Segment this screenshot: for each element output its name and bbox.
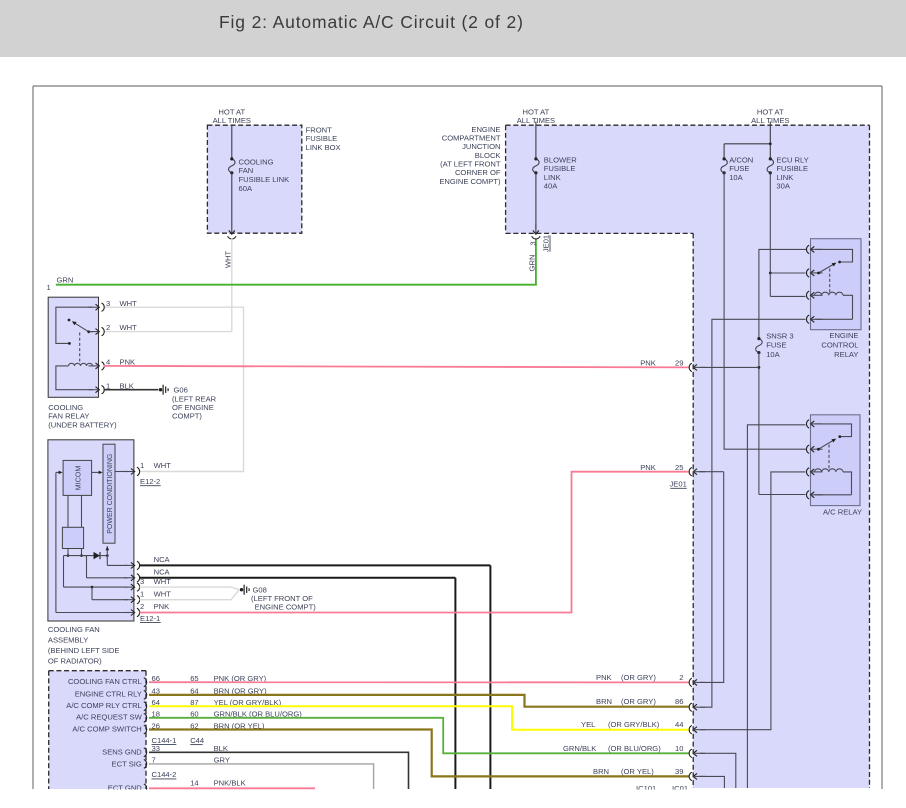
svg-text:A/C COMP RLY CTRL: A/C COMP RLY CTRL — [66, 701, 142, 710]
svg-text:ECT SIG: ECT SIG — [112, 759, 142, 768]
svg-text:WHT: WHT — [154, 461, 172, 470]
svg-text:JE01: JE01 — [669, 480, 686, 489]
svg-text:2: 2 — [140, 602, 144, 611]
svg-text:GRN/BLK: GRN/BLK — [563, 744, 596, 753]
svg-text:(LEFT REAR: (LEFT REAR — [172, 394, 217, 403]
svg-text:1: 1 — [140, 461, 144, 470]
svg-text:(OR GRY/BLK): (OR GRY/BLK) — [608, 720, 660, 729]
svg-text:10A: 10A — [729, 173, 743, 182]
svg-text:1: 1 — [140, 589, 144, 598]
svg-text:FAN: FAN — [239, 166, 254, 175]
svg-text:PNK: PNK — [154, 602, 170, 611]
svg-text:A/C COMP SWITCH: A/C COMP SWITCH — [72, 724, 141, 733]
svg-text:ENGINE CTRL RLY: ENGINE CTRL RLY — [75, 690, 142, 699]
svg-text:COOLING: COOLING — [239, 157, 274, 166]
svg-text:G06: G06 — [174, 386, 188, 395]
svg-text:FUSIBLE: FUSIBLE — [776, 164, 808, 173]
svg-text:COMPT): COMPT) — [172, 412, 202, 421]
svg-text:25: 25 — [675, 463, 683, 472]
svg-text:(OR GRY): (OR GRY) — [621, 673, 656, 682]
svg-text:E12-2: E12-2 — [140, 477, 160, 486]
svg-text:44: 44 — [675, 720, 683, 729]
svg-text:RELAY: RELAY — [834, 350, 858, 359]
svg-text:C144-2: C144-2 — [152, 770, 177, 779]
svg-text:FUSIBLE: FUSIBLE — [306, 134, 338, 143]
svg-text:FAN RELAY: FAN RELAY — [48, 412, 89, 421]
svg-text:SNSR 3: SNSR 3 — [766, 331, 793, 340]
svg-text:BLOWER: BLOWER — [544, 155, 577, 164]
svg-text:SENS GND: SENS GND — [102, 748, 142, 757]
svg-text:BRN: BRN — [593, 767, 609, 776]
svg-text:60A: 60A — [239, 184, 253, 193]
svg-text:FUSIBLE: FUSIBLE — [544, 164, 576, 173]
svg-text:ENGINE COMPT): ENGINE COMPT) — [439, 177, 501, 186]
svg-text:(AT LEFT FRONT: (AT LEFT FRONT — [440, 160, 501, 169]
svg-text:10: 10 — [675, 744, 683, 753]
svg-text:PNK: PNK — [596, 673, 612, 682]
svg-text:OF ENGINE: OF ENGINE — [172, 403, 214, 412]
svg-text:(OR BLU/ORG): (OR BLU/ORG) — [608, 744, 661, 753]
svg-text:GRN: GRN — [57, 275, 74, 284]
svg-text:(BEHIND LEFT SIDE: (BEHIND LEFT SIDE — [48, 646, 120, 655]
svg-text:C44: C44 — [190, 736, 204, 745]
svg-text:1: 1 — [47, 283, 51, 292]
svg-text:FUSE: FUSE — [729, 164, 749, 173]
svg-text:LINK BOX: LINK BOX — [306, 143, 341, 152]
svg-text:3: 3 — [528, 241, 537, 245]
svg-text:40A: 40A — [544, 182, 558, 191]
svg-text:OF RADIATOR): OF RADIATOR) — [48, 657, 102, 666]
svg-text:3: 3 — [106, 299, 110, 308]
svg-text:30A: 30A — [776, 182, 790, 191]
svg-text:ENGINE: ENGINE — [829, 331, 858, 340]
svg-text:JE01: JE01 — [541, 235, 550, 252]
svg-text:GRN: GRN — [528, 255, 537, 272]
svg-text:COOLING FAN: COOLING FAN — [48, 625, 100, 634]
svg-text:10A: 10A — [766, 350, 780, 359]
svg-text:WHT: WHT — [120, 299, 138, 308]
svg-text:WHT: WHT — [120, 323, 138, 332]
svg-text:A/C REQUEST SW: A/C REQUEST SW — [76, 713, 143, 722]
svg-text:ECU RLY: ECU RLY — [776, 155, 808, 164]
svg-text:LINK: LINK — [776, 173, 793, 182]
svg-text:E12-1: E12-1 — [140, 614, 160, 623]
svg-text:ENGINE COMPT): ENGINE COMPT) — [255, 603, 317, 612]
svg-text:86: 86 — [675, 697, 683, 706]
svg-text:(UNDER BATTERY): (UNDER BATTERY) — [48, 420, 117, 429]
svg-text:POWER CONDITIONING: POWER CONDITIONING — [107, 454, 114, 534]
svg-text:YEL: YEL — [581, 720, 595, 729]
svg-text:2: 2 — [106, 323, 110, 332]
svg-text:FUSE: FUSE — [766, 341, 786, 350]
svg-text:COOLING: COOLING — [48, 403, 83, 412]
svg-text:14: 14 — [190, 779, 198, 788]
svg-text:NCA: NCA — [154, 568, 171, 577]
svg-text:(OR GRY): (OR GRY) — [621, 697, 656, 706]
svg-text:JUNCTION: JUNCTION — [462, 142, 500, 151]
svg-text:FUSIBLE LINK: FUSIBLE LINK — [239, 175, 290, 184]
svg-text:39: 39 — [675, 767, 683, 776]
svg-text:NCA: NCA — [154, 555, 171, 564]
svg-text:ENGINE: ENGINE — [471, 125, 500, 134]
svg-text:(OR YEL): (OR YEL) — [621, 767, 654, 776]
svg-text:PNK: PNK — [640, 358, 656, 367]
svg-text:BRN: BRN — [596, 697, 612, 706]
svg-text:LINK: LINK — [544, 173, 561, 182]
svg-text:FRONT: FRONT — [306, 125, 333, 134]
svg-text:ASSEMBLY: ASSEMBLY — [48, 635, 88, 644]
svg-text:COOLING FAN CTRL: COOLING FAN CTRL — [68, 677, 142, 686]
svg-text:A/C RELAY: A/C RELAY — [823, 507, 862, 516]
svg-text:CONTROL: CONTROL — [821, 341, 858, 350]
svg-text:2: 2 — [679, 673, 683, 682]
svg-text:A/CON: A/CON — [729, 155, 753, 164]
svg-text:PNK/BLK: PNK/BLK — [214, 779, 246, 788]
svg-text:PNK: PNK — [640, 463, 656, 472]
svg-text:WHT: WHT — [224, 250, 233, 268]
svg-text:MICOM: MICOM — [73, 466, 82, 491]
svg-text:ALL TIMES: ALL TIMES — [213, 116, 251, 125]
svg-text:29: 29 — [675, 358, 683, 367]
svg-text:WHT: WHT — [154, 589, 172, 598]
